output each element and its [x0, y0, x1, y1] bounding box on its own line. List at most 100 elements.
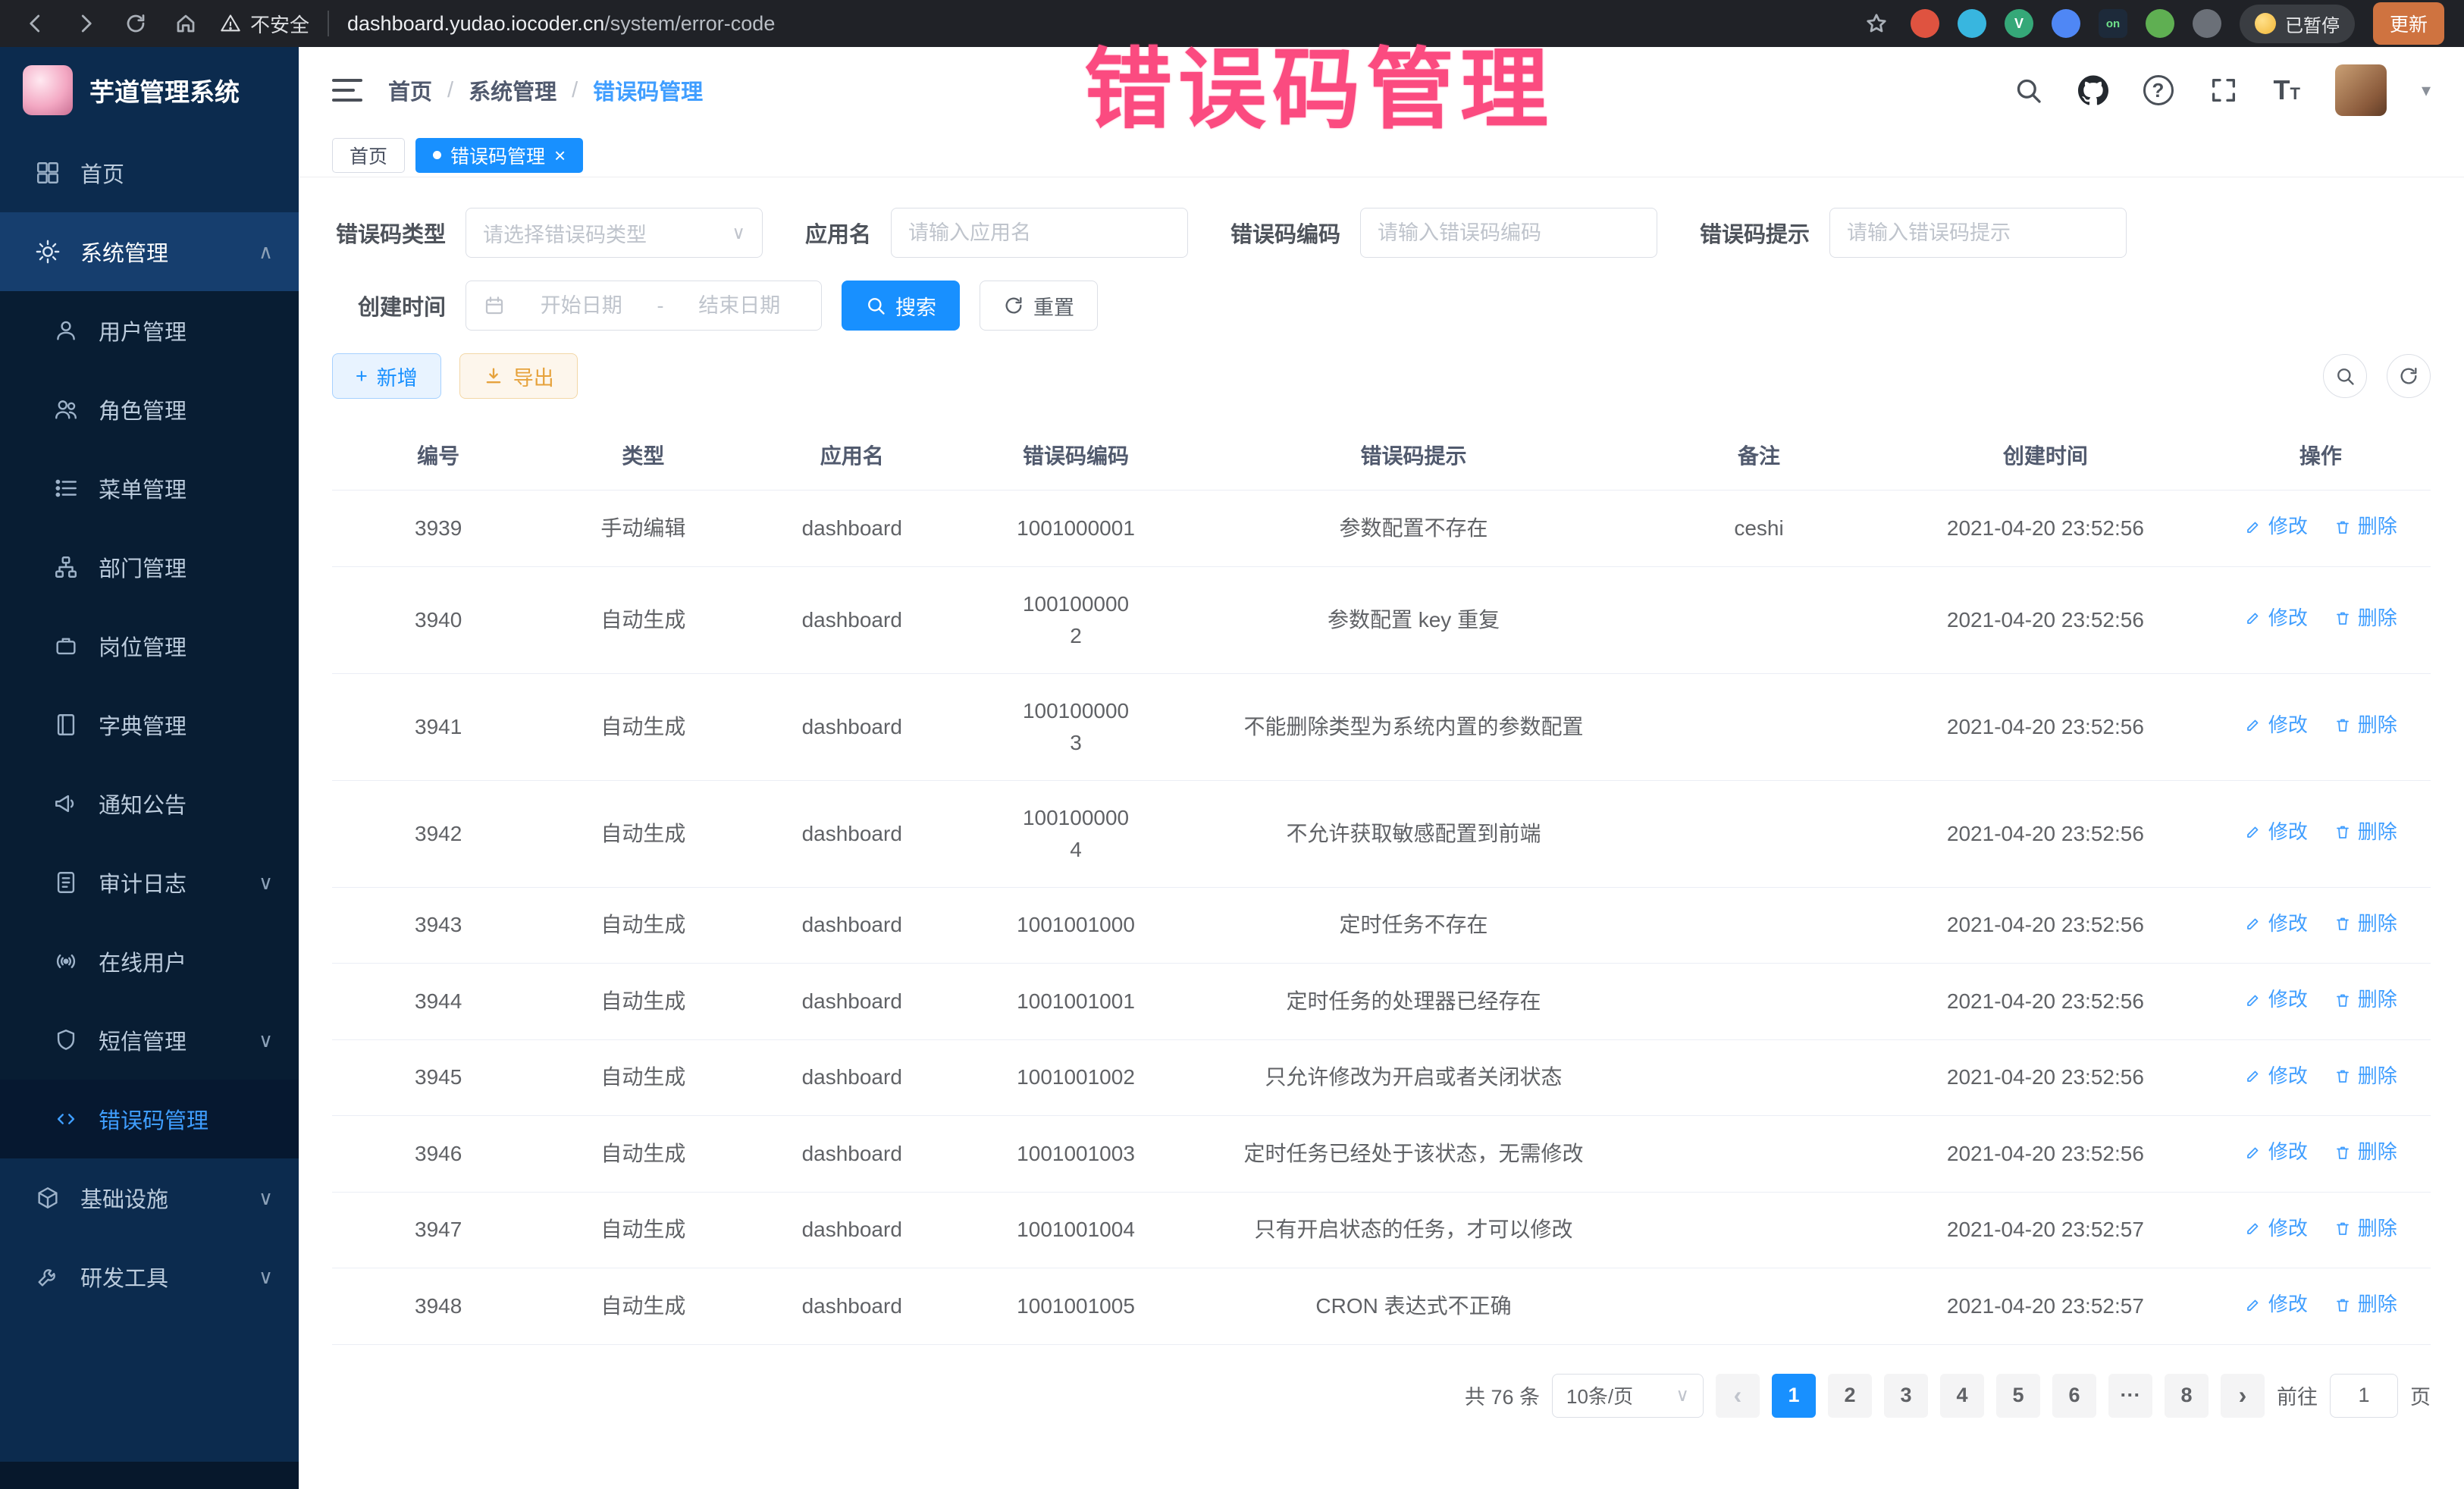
- tag-error-code[interactable]: 错误码管理 ×: [415, 138, 583, 173]
- edit-link[interactable]: 修改: [2244, 1214, 2308, 1243]
- page-button-3[interactable]: 3: [1884, 1374, 1928, 1418]
- app-name-field[interactable]: [908, 221, 1171, 245]
- cell-ops: 修改 删除: [2211, 887, 2431, 964]
- search-icon[interactable]: [2013, 75, 2043, 105]
- sidebar-item-dev-tools[interactable]: 研发工具 ∨: [0, 1237, 299, 1316]
- delete-link[interactable]: 删除: [2334, 512, 2397, 541]
- prev-page-button[interactable]: ‹: [1716, 1374, 1760, 1418]
- sidebar-item-notice[interactable]: 通知公告: [0, 764, 299, 843]
- home-icon[interactable]: [170, 8, 202, 39]
- sidebar-item-post-management[interactable]: 岗位管理: [0, 607, 299, 685]
- github-icon[interactable]: [2078, 75, 2108, 105]
- start-date-input[interactable]: [516, 294, 647, 318]
- error-code-field[interactable]: [1378, 221, 1640, 245]
- extension-on-icon[interactable]: on: [2099, 9, 2127, 38]
- edit-link[interactable]: 修改: [2244, 1061, 2308, 1091]
- sidebar-item-menu-management[interactable]: 菜单管理: [0, 449, 299, 528]
- reload-icon[interactable]: [120, 8, 152, 39]
- breadcrumb-home[interactable]: 首页: [388, 74, 432, 106]
- delete-link[interactable]: 删除: [2334, 603, 2397, 633]
- delete-link[interactable]: 删除: [2334, 1061, 2397, 1091]
- pencil-icon: [2244, 914, 2262, 933]
- caret-down-icon[interactable]: ▾: [2422, 80, 2431, 102]
- delete-link[interactable]: 删除: [2334, 985, 2397, 1014]
- trash-icon: [2334, 1067, 2352, 1085]
- edit-link[interactable]: 修改: [2244, 710, 2308, 740]
- close-icon[interactable]: ×: [554, 146, 566, 165]
- security-indicator[interactable]: 不安全: [220, 10, 309, 38]
- page-size-select[interactable]: 10条/页 ∨: [1552, 1374, 1704, 1418]
- end-date-input[interactable]: [675, 294, 805, 318]
- refresh-table-button[interactable]: [2387, 354, 2431, 398]
- sidebar-item-home[interactable]: 首页: [0, 133, 299, 212]
- help-icon[interactable]: ?: [2143, 75, 2174, 105]
- extension-grid-icon[interactable]: [2052, 9, 2080, 38]
- forward-icon[interactable]: [70, 8, 102, 39]
- sidebar-item-system-management[interactable]: 系统管理 ∧: [0, 212, 299, 291]
- page-button-5[interactable]: 5: [1996, 1374, 2040, 1418]
- error-hint-field[interactable]: [1847, 221, 2109, 245]
- edit-link[interactable]: 修改: [2244, 1290, 2308, 1319]
- font-size-icon[interactable]: TT: [2274, 74, 2300, 106]
- back-icon[interactable]: [20, 8, 52, 39]
- sidebar-item-error-code-management[interactable]: 错误码管理: [0, 1080, 299, 1158]
- sidebar-item-infrastructure[interactable]: 基础设施 ∨: [0, 1158, 299, 1237]
- breadcrumb-system[interactable]: 系统管理: [469, 74, 556, 106]
- delete-link[interactable]: 删除: [2334, 909, 2397, 939]
- sidebar-item-sms-management[interactable]: 短信管理 ∨: [0, 1001, 299, 1080]
- sidebar-item-dict-management[interactable]: 字典管理: [0, 685, 299, 764]
- edit-link[interactable]: 修改: [2244, 1137, 2308, 1167]
- date-range-picker[interactable]: -: [466, 281, 822, 331]
- cell-code: 1001001004: [962, 1192, 1190, 1268]
- delete-link[interactable]: 删除: [2334, 710, 2397, 740]
- export-button[interactable]: 导出: [459, 353, 578, 399]
- error-type-select[interactable]: 请选择错误码类型 ∨: [466, 208, 763, 258]
- extension-leaf-icon[interactable]: [2146, 9, 2174, 38]
- page-button-2[interactable]: 2: [1828, 1374, 1872, 1418]
- edit-link[interactable]: 修改: [2244, 985, 2308, 1014]
- edit-link[interactable]: 修改: [2244, 512, 2308, 541]
- tags-view: 首页 错误码管理 ×: [299, 133, 2464, 177]
- user-avatar[interactable]: [2335, 64, 2387, 116]
- trash-icon: [2334, 1143, 2352, 1161]
- page-button-6[interactable]: 6: [2052, 1374, 2096, 1418]
- page-button-4[interactable]: 4: [1940, 1374, 1984, 1418]
- search-button[interactable]: 搜索: [842, 281, 960, 331]
- fullscreen-icon[interactable]: [2209, 75, 2239, 105]
- sidebar-item-online-users[interactable]: 在线用户: [0, 922, 299, 1001]
- goto-page-input[interactable]: [2330, 1374, 2398, 1418]
- update-browser-button[interactable]: 更新: [2373, 2, 2444, 45]
- bookmark-star-icon[interactable]: [1861, 8, 1892, 39]
- sidebar-item-dept-management[interactable]: 部门管理: [0, 528, 299, 607]
- delete-link[interactable]: 删除: [2334, 1214, 2397, 1243]
- toggle-search-button[interactable]: [2323, 354, 2367, 398]
- edit-link[interactable]: 修改: [2244, 909, 2308, 939]
- delete-link[interactable]: 删除: [2334, 1137, 2397, 1167]
- cell-ops: 修改 删除: [2211, 1268, 2431, 1345]
- reset-button[interactable]: 重置: [980, 281, 1098, 331]
- extension-puzzle-icon[interactable]: [2193, 9, 2221, 38]
- sidebar-item-audit-log[interactable]: 审计日志 ∨: [0, 843, 299, 922]
- sidebar-toggle-icon[interactable]: [332, 79, 362, 102]
- delete-link[interactable]: 删除: [2334, 817, 2397, 847]
- page-button-8[interactable]: 8: [2165, 1374, 2209, 1418]
- extension-drop-icon[interactable]: [1958, 9, 1986, 38]
- paused-badge[interactable]: 已暂停: [2240, 5, 2355, 43]
- page-content: 错误码类型 请选择错误码类型 ∨ 应用名 错误码编码: [299, 177, 2464, 1489]
- delete-link[interactable]: 删除: [2334, 1290, 2397, 1319]
- address-bar[interactable]: dashboard.yudao.iocoder.cn/system/error-…: [347, 12, 775, 36]
- cell-remark: ceshi: [1638, 491, 1880, 567]
- add-button[interactable]: + 新增: [332, 353, 441, 399]
- extension-recorder-icon[interactable]: [1911, 9, 1939, 38]
- filter-label: 应用名: [805, 217, 871, 249]
- next-page-button[interactable]: ›: [2221, 1374, 2265, 1418]
- edit-link[interactable]: 修改: [2244, 603, 2308, 633]
- sidebar-collapse-bar[interactable]: [0, 1462, 299, 1489]
- sidebar-item-user-management[interactable]: 用户管理: [0, 291, 299, 370]
- sidebar-item-role-management[interactable]: 角色管理: [0, 370, 299, 449]
- tag-home[interactable]: 首页: [332, 138, 405, 173]
- extension-vue-devtools-icon[interactable]: V: [2005, 9, 2033, 38]
- more-pages-button[interactable]: ···: [2108, 1374, 2152, 1418]
- edit-link[interactable]: 修改: [2244, 817, 2308, 847]
- page-button-1[interactable]: 1: [1772, 1374, 1816, 1418]
